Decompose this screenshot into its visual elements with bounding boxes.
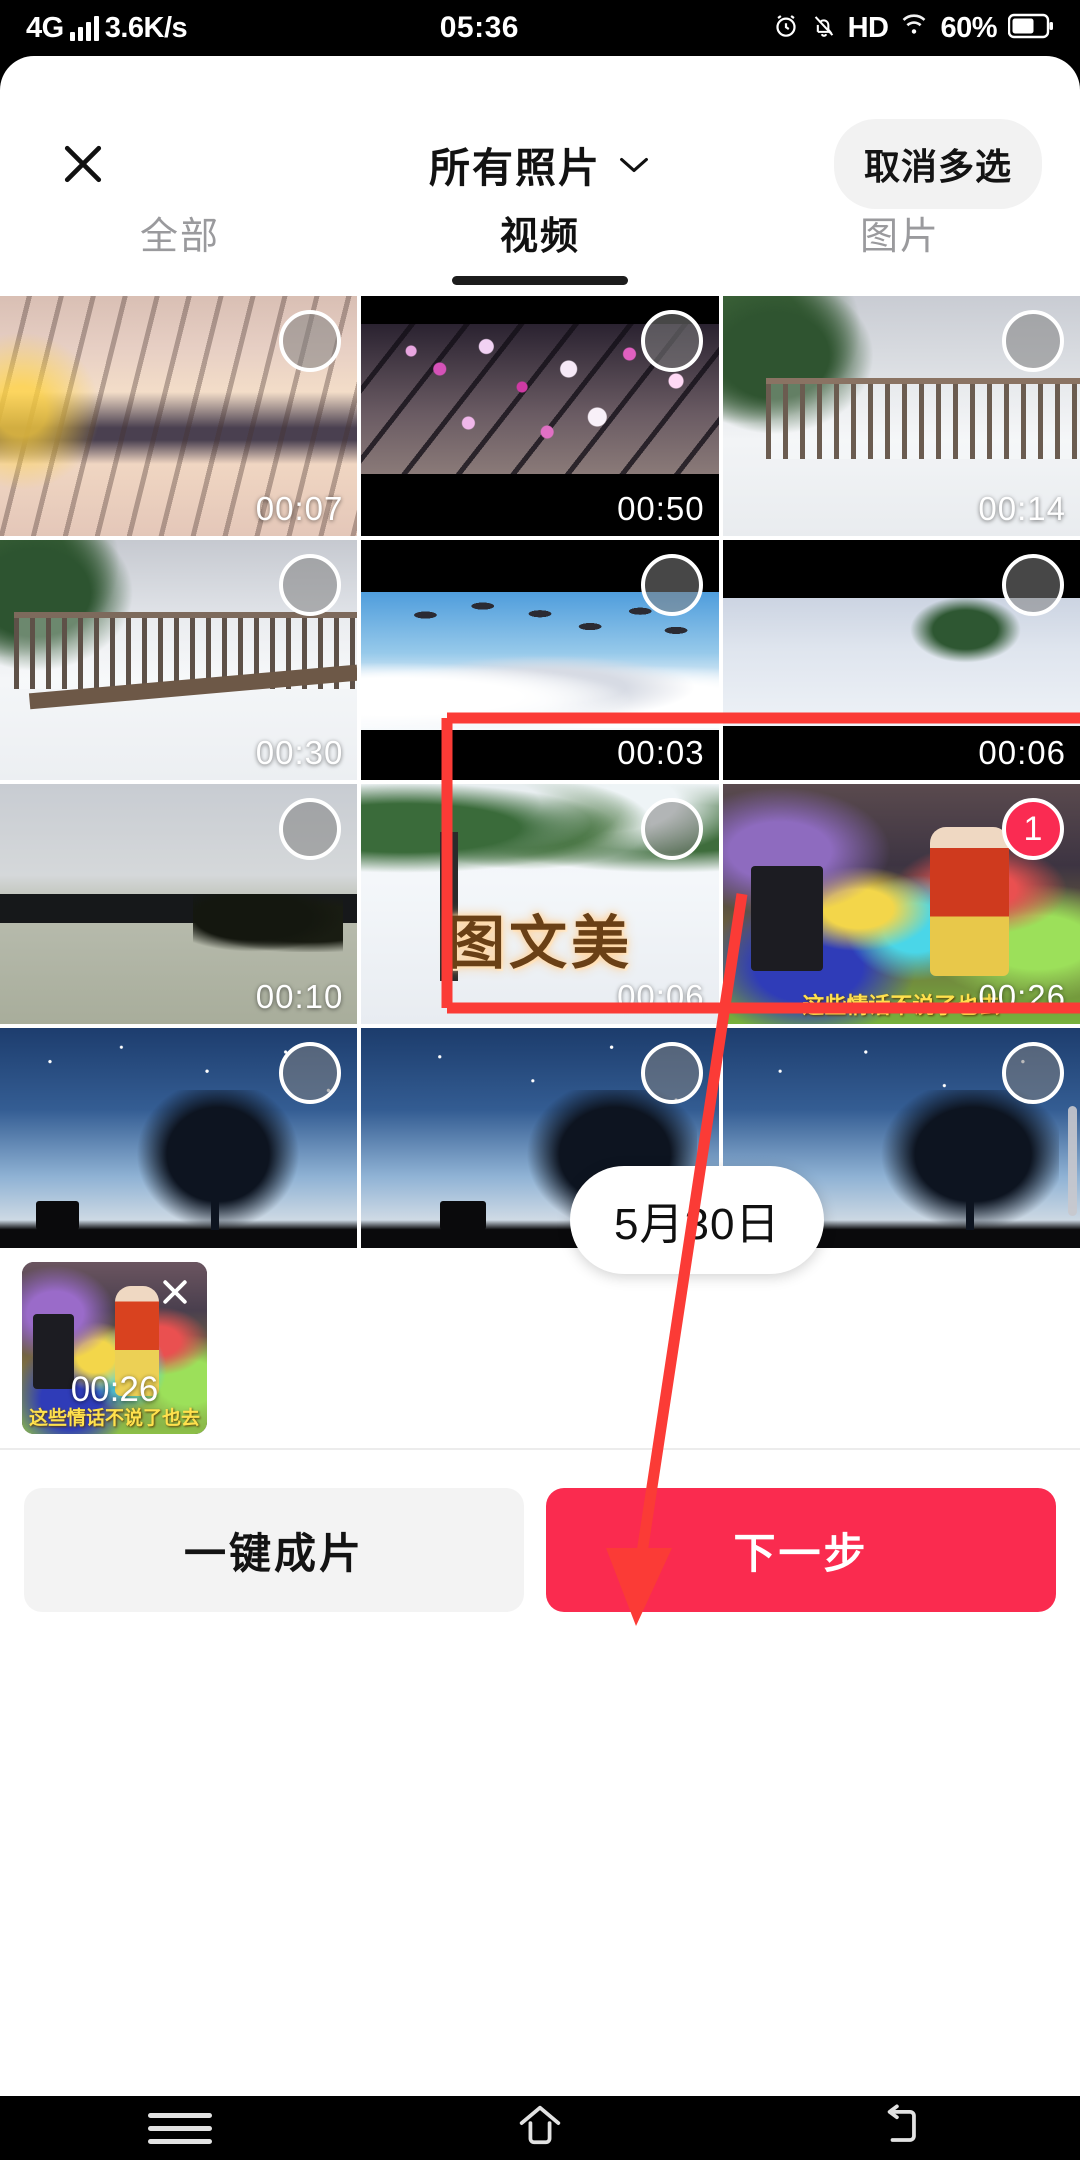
chevron-down-icon	[617, 154, 651, 181]
duration-label: 00:26	[978, 978, 1066, 1015]
page-title: 所有照片	[429, 145, 601, 191]
back-arrow-icon	[875, 2103, 925, 2154]
thumbnail-snowtrees	[361, 650, 719, 728]
thumbnail-fence	[765, 377, 1080, 460]
media-cell[interactable]: 图文美 00:06	[361, 784, 719, 1024]
network-type-label: 4G	[26, 11, 64, 44]
select-circle[interactable]	[1002, 1042, 1064, 1104]
net-speed-label: 3.6K/s	[104, 11, 188, 44]
media-cell[interactable]: 00:06	[722, 540, 1080, 780]
select-badge[interactable]: 1	[1002, 798, 1064, 860]
tab-active-underline	[452, 276, 628, 285]
thumbnail-speaker	[33, 1313, 74, 1390]
battery-percent-label: 60%	[940, 11, 997, 44]
header-bar: 所有照片 取消多选	[0, 56, 1080, 209]
bell-mute-icon	[811, 12, 837, 45]
recents-button[interactable]	[0, 2105, 360, 2152]
home-button[interactable]	[360, 2103, 720, 2154]
selected-items-tray: 00:26 这些情话不说了也去	[0, 1248, 1080, 1448]
select-circle[interactable]	[640, 310, 703, 372]
select-circle[interactable]	[279, 798, 342, 860]
one-click-movie-button[interactable]: 一键成片	[24, 1488, 524, 1612]
media-type-tabs: 全部 视频 图片	[0, 191, 1080, 296]
hamburger-menu-icon	[148, 2105, 212, 2152]
tab-video-label: 视频	[499, 216, 580, 258]
tab-image-label: 图片	[859, 216, 940, 258]
remove-selected-icon[interactable]	[151, 1268, 199, 1316]
select-circle[interactable]	[279, 1042, 342, 1104]
status-bar-center: 05:36	[187, 11, 771, 45]
thumbnail-bushes	[192, 894, 344, 952]
media-cell[interactable]: 00:07	[0, 296, 358, 536]
select-circle[interactable]	[640, 554, 703, 616]
selected-item-caption: 这些情话不说了也去	[28, 1408, 201, 1429]
thumbnail-performer	[929, 827, 1009, 976]
status-bar: 4G 3.6K/s 05:36 HD 60%	[0, 0, 1080, 56]
close-icon[interactable]	[50, 131, 116, 197]
select-circle[interactable]	[640, 1042, 703, 1104]
duration-label: 00:10	[255, 978, 344, 1015]
wifi-icon	[899, 12, 929, 45]
tab-video[interactable]: 视频	[360, 191, 720, 296]
thumbnail-caption: 这些情话不说了也去	[802, 993, 1001, 1018]
media-cell-selected[interactable]: 这些情话不说了也去 1 00:26	[722, 784, 1080, 1024]
next-step-button[interactable]: 下一步	[546, 1488, 1056, 1612]
android-nav-bar	[0, 2096, 1080, 2160]
thumbnail-horse	[35, 1200, 79, 1230]
media-picker-sheet: 所有照片 取消多选 全部 视频 图片 00:07 00:50 00:14 00:…	[0, 56, 1080, 2096]
alarm-clock-icon	[772, 12, 800, 45]
clock-label: 05:36	[439, 11, 519, 44]
thumbnail-content	[722, 598, 1080, 726]
thumbnail-speaker	[751, 865, 823, 972]
select-circle[interactable]	[279, 554, 342, 616]
home-icon	[515, 2103, 565, 2154]
duration-label: 00:50	[617, 490, 705, 527]
media-cell[interactable]: 00:50	[361, 296, 719, 536]
duration-label: 00:03	[617, 734, 705, 771]
selected-item-thumbnail[interactable]: 00:26 这些情话不说了也去	[22, 1262, 207, 1434]
media-cell[interactable]: 00:03	[361, 540, 719, 780]
thumbnail-trunk	[210, 1138, 219, 1230]
duration-label: 00:06	[617, 978, 705, 1015]
hd-label: HD	[847, 11, 889, 44]
media-cell[interactable]: 00:30	[0, 540, 358, 780]
duration-label: 00:30	[255, 734, 344, 771]
battery-icon	[1007, 13, 1054, 44]
duration-label: 00:14	[978, 490, 1066, 527]
media-cell[interactable]: 00:14	[722, 296, 1080, 536]
thumbnail-overlay-text: 图文美	[446, 910, 633, 976]
thumbnail-horse	[439, 1200, 487, 1230]
thumbnail-trees	[908, 598, 1023, 664]
action-bar: 一键成片 下一步	[0, 1450, 1080, 1650]
status-bar-right: HD 60%	[772, 12, 1080, 45]
select-circle[interactable]	[1002, 310, 1064, 372]
tab-image[interactable]: 图片	[720, 191, 1080, 296]
tab-all[interactable]: 全部	[0, 191, 360, 296]
select-circle[interactable]	[279, 310, 342, 372]
status-bar-left: 4G 3.6K/s	[0, 11, 188, 44]
media-grid[interactable]: 00:07 00:50 00:14 00:30 00:03 00:06 00:1…	[0, 296, 1080, 1274]
back-button[interactable]	[720, 2103, 1080, 2154]
thumbnail-trunk	[965, 1138, 974, 1230]
grid-scrollbar[interactable]	[1068, 1106, 1077, 1216]
media-cell[interactable]	[0, 1028, 358, 1268]
date-tooltip: 5月30日	[570, 1166, 825, 1274]
select-circle[interactable]	[1002, 554, 1064, 616]
select-circle[interactable]	[640, 798, 703, 860]
signal-bars-icon	[69, 15, 99, 41]
duration-label: 00:07	[255, 490, 344, 527]
media-cell[interactable]: 00:10	[0, 784, 358, 1024]
duration-label: 00:06	[978, 734, 1066, 771]
tab-all-label: 全部	[139, 216, 220, 258]
